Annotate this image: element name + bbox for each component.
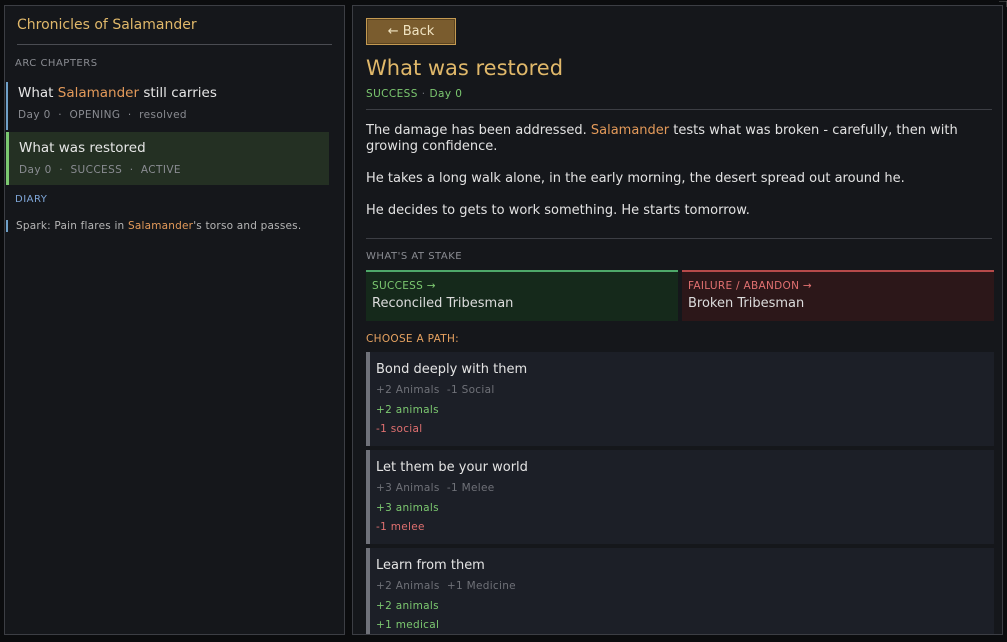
back-button[interactable]: ← Back: [366, 18, 456, 45]
narrative-paragraph: He decides to gets to work something. He…: [366, 203, 750, 218]
success-outcome-card: SUCCESS → Reconciled Tribesman: [366, 270, 678, 321]
diary-label: DIARY: [15, 194, 48, 205]
chapter-status-meta: SUCCESS · Day 0: [366, 88, 463, 100]
path-title: Learn from them: [376, 558, 485, 573]
failure-outcome-key: FAILURE / ABANDON →: [688, 280, 812, 292]
chapter-title: What Salamander still carries: [18, 85, 217, 101]
path-summary: +3 Animals -1 Melee: [376, 482, 495, 494]
path-title: Bond deeply with them: [376, 362, 528, 377]
path-title: Let them be your world: [376, 460, 528, 475]
success-outcome-key: SUCCESS →: [372, 280, 436, 292]
divider: [366, 109, 992, 110]
path-option-bond-deeply[interactable]: Bond deeply with them +2 Animals -1 Soci…: [366, 352, 994, 446]
sidebar-title: Chronicles of Salamander: [17, 17, 197, 33]
divider: [366, 238, 992, 239]
path-effect-positive: +2 animals: [376, 600, 439, 612]
narrative-paragraph: The damage has been addressed. Salamande…: [366, 123, 958, 154]
path-effect-negative: -1 social: [376, 423, 423, 435]
narrative-paragraph: He takes a long walk alone, in the early…: [366, 171, 905, 186]
path-effect-positive: +3 animals: [376, 502, 439, 514]
path-effect-positive: +2 animals: [376, 404, 439, 416]
character-name: Salamander: [590, 123, 670, 138]
chapter-detail-panel: ← Back What was restored SUCCESS · Day 0 T…: [352, 5, 1003, 635]
day-label: Day 0: [429, 88, 463, 100]
outcome-label: SUCCESS: [366, 88, 418, 100]
sidebar-divider: [17, 44, 332, 45]
path-summary: +2 Animals +1 Medicine: [376, 580, 516, 592]
chronicle-sidebar: Chronicles of Salamander ARC CHAPTERS Wh…: [4, 5, 345, 635]
chapter-meta: Day 0 · SUCCESS · ACTIVE: [19, 164, 181, 176]
chapter-meta: Day 0 · OPENING · resolved: [18, 109, 187, 121]
chapter-heading: What was restored: [366, 56, 564, 80]
stakes-label: WHAT'S AT STAKE: [366, 251, 463, 262]
path-option-let-them-be-your-world[interactable]: Let them be your world +3 Animals -1 Mel…: [366, 450, 994, 544]
path-effect-negative: -1 melee: [376, 521, 425, 533]
failure-outcome-value: Broken Tribesman: [688, 296, 805, 311]
chapter-item-what-still-carries[interactable]: What Salamander still carries Day 0 · OP…: [6, 82, 329, 130]
path-option-learn-from-them[interactable]: Learn from them +2 Animals +1 Medicine +…: [366, 548, 994, 634]
success-outcome-value: Reconciled Tribesman: [372, 296, 514, 311]
arc-chapters-label: ARC CHAPTERS: [15, 58, 98, 69]
character-name: Salamander: [127, 220, 194, 232]
choose-path-label: CHOOSE A PATH:: [366, 333, 459, 345]
failure-outcome-card: FAILURE / ABANDON → Broken Tribesman: [682, 270, 994, 321]
character-name: Salamander: [57, 85, 140, 101]
diary-entry: Spark: Pain flares in Salamander's torso…: [6, 220, 301, 232]
path-summary: +2 Animals -1 Social: [376, 384, 495, 396]
chapter-item-what-was-restored[interactable]: What was restored Day 0 · SUCCESS · ACTI…: [6, 132, 329, 185]
window-corner-icon: [997, 0, 1007, 7]
path-effect-positive: +1 medical: [376, 619, 440, 631]
chapter-title: What was restored: [19, 140, 146, 156]
